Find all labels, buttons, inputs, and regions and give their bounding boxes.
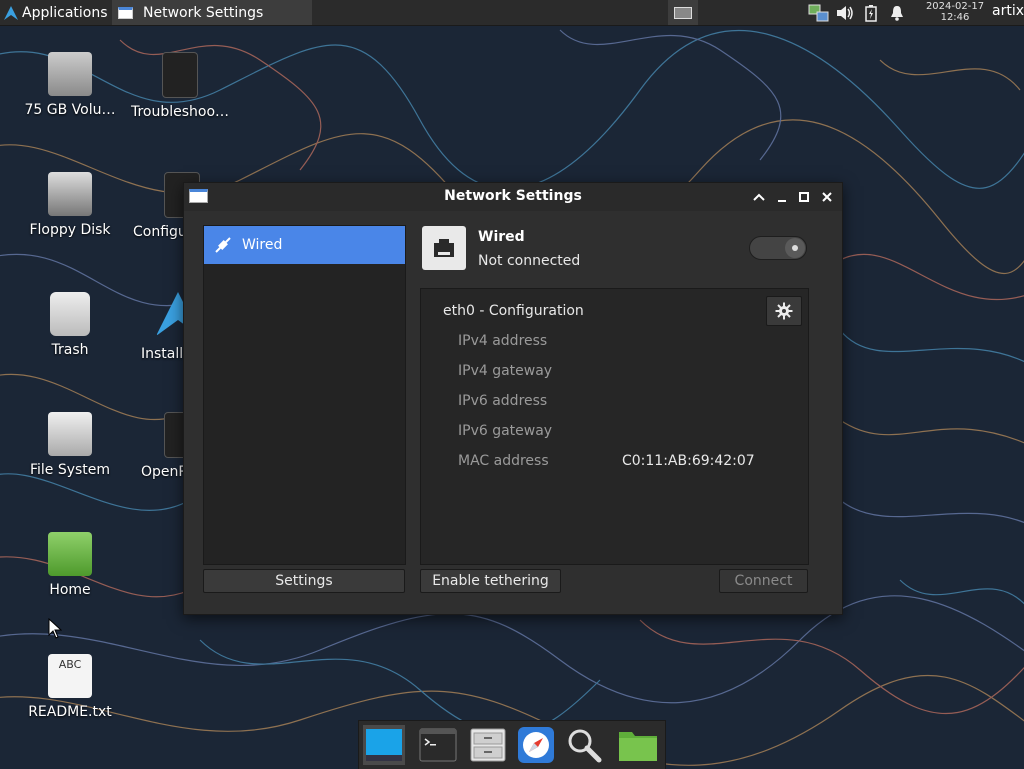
applications-menu-button[interactable]: Applications [0, 0, 110, 25]
compass-icon [518, 727, 554, 763]
taskbar-button-label: Network Settings [143, 4, 264, 21]
workspace-switcher[interactable] [668, 0, 698, 25]
desktop-icon-readme[interactable]: ABC README.txt [20, 654, 120, 720]
floppy-icon [48, 172, 92, 216]
shade-button[interactable] [750, 188, 768, 206]
desktop-icon-file-system[interactable]: File System [20, 412, 120, 478]
desktop-icon-floppy-disk[interactable]: Floppy Disk [20, 172, 120, 238]
desktop-icon-label: README.txt [28, 704, 112, 720]
ipv4-gateway-label: IPv4 gateway [458, 363, 553, 379]
desktop-icon-configure[interactable]: Configu [130, 172, 200, 240]
system-tray [808, 0, 912, 25]
ipv4-address-label: IPv4 address [458, 333, 548, 349]
ethernet-port-icon [422, 226, 466, 270]
desktop-icon-openrc[interactable]: OpenR [130, 412, 200, 480]
show-desktop-icon [366, 729, 402, 761]
desktop-icon-label: Home [49, 582, 91, 598]
ipv6-gateway-label: IPv6 gateway [458, 423, 553, 439]
settings-button[interactable]: Settings [203, 569, 405, 593]
device-enable-toggle[interactable] [749, 236, 807, 260]
mac-address-label: MAC address [458, 453, 549, 469]
desktop-icon-label: Install [141, 346, 183, 362]
connection-list: Wired [203, 225, 406, 565]
dock-item-show-desktop[interactable] [363, 725, 405, 765]
harddisk-icon [48, 412, 92, 456]
window-icon [118, 6, 133, 19]
minimize-icon [778, 200, 786, 202]
clock-date: 2024-02-17 [925, 1, 985, 12]
window-title: Network Settings [444, 188, 582, 204]
artix-logo-icon [4, 5, 18, 20]
terminal-icon [419, 728, 457, 762]
text-file-icon: ABC [48, 654, 92, 698]
notification-bell-icon[interactable] [886, 0, 908, 25]
window-titlebar[interactable]: Network Settings [184, 183, 842, 211]
desktop-icon-label: Configu [133, 224, 183, 240]
maximize-button[interactable] [795, 188, 813, 206]
close-button[interactable] [818, 188, 836, 206]
network-settings-window: Network Settings Wired Wired Not connect… [183, 182, 843, 615]
minimize-button[interactable] [773, 188, 791, 206]
desktop-icon-troubleshooting[interactable]: Troubleshoo… [130, 52, 230, 120]
connect-button[interactable]: Connect [719, 569, 808, 593]
network-icon[interactable] [808, 0, 830, 25]
configuration-title: eth0 - Configuration [443, 303, 584, 319]
desktop-icon-label: File System [29, 462, 111, 478]
device-name: Wired [478, 229, 525, 245]
home-folder-icon [48, 532, 92, 576]
desktop-icon-label: Trash [51, 342, 89, 358]
configuration-panel: eth0 - Configuration IPv4 address IPv4 g… [420, 288, 809, 565]
toggle-indicator [792, 245, 798, 251]
mouse-cursor-icon [48, 618, 62, 639]
gear-icon [775, 302, 793, 320]
ipv6-address-label: IPv6 address [458, 393, 548, 409]
dock-item-web-browser[interactable] [515, 725, 557, 765]
user-menu[interactable]: artix [992, 3, 1024, 19]
clock-time: 12:46 [940, 12, 970, 23]
file-cabinet-icon [470, 728, 506, 762]
desktop-icon-label: Floppy Disk [29, 222, 111, 238]
maximize-icon [799, 192, 809, 202]
battery-icon[interactable] [860, 0, 882, 25]
drive-icon [48, 52, 92, 96]
dock-item-home-folder[interactable] [617, 725, 659, 765]
sidebar-item-wired[interactable]: Wired [204, 226, 405, 264]
dock [358, 720, 666, 769]
trash-icon [50, 292, 90, 336]
launcher-icon [162, 52, 198, 98]
dock-item-file-manager[interactable] [467, 725, 509, 765]
search-icon [568, 729, 602, 763]
dock-item-search[interactable] [563, 725, 605, 765]
desktop-icon-label: OpenR [141, 464, 183, 480]
workspace-1[interactable] [674, 6, 692, 19]
desktop-icon-volume[interactable]: 75 GB Volu… [20, 52, 120, 118]
taskbar-button-network-settings[interactable]: Network Settings [112, 0, 312, 25]
clock[interactable]: 2024-02-17 12:46 [924, 1, 986, 23]
sidebar-item-label: Wired [242, 237, 283, 253]
volume-icon[interactable] [834, 0, 856, 25]
device-status: Not connected [478, 253, 581, 269]
chevron-up-icon [753, 193, 765, 201]
top-panel: Applications Network Settings 2024-02-17… [0, 0, 1024, 26]
mac-address-value: C0:11:AB:69:42:07 [622, 453, 755, 469]
desktop-icon-install[interactable]: Install [130, 292, 200, 362]
ethernet-plug-icon [215, 237, 231, 253]
desktop-icon-label: Troubleshoo… [130, 104, 230, 120]
desktop-icon-trash[interactable]: Trash [20, 292, 120, 358]
desktop-icon-home[interactable]: Home [20, 532, 120, 598]
folder-icon [619, 732, 657, 761]
applications-label: Applications [22, 4, 108, 21]
dock-item-terminal[interactable] [417, 725, 459, 765]
close-icon [822, 192, 832, 202]
configure-button[interactable] [766, 296, 802, 326]
enable-tethering-button[interactable]: Enable tethering [420, 569, 561, 593]
desktop-icon-label: 75 GB Volu… [24, 102, 116, 118]
